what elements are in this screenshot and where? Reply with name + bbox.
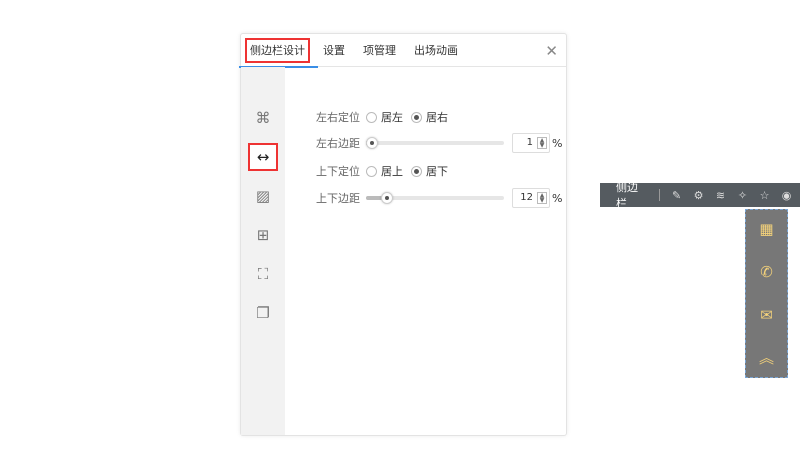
v-position-label: 上下定位 (316, 165, 360, 178)
h-margin-row: 左右边距 1 ▲ ▼ % (316, 133, 566, 153)
phone-icon[interactable]: ✆ (746, 263, 787, 281)
divider (659, 189, 661, 201)
radio-left[interactable]: 居左 (366, 109, 403, 125)
layers-icon[interactable]: ≋ (712, 189, 729, 202)
v-margin-input[interactable]: 12 ▲ ▼ (512, 188, 550, 208)
tab-settings[interactable]: 设置 (314, 34, 354, 67)
design-sidebar: ⌘ ↔ ▨ ⊞ ⛶ ❐ (241, 67, 285, 435)
margin-icon[interactable]: ↔ (248, 143, 278, 171)
spinner[interactable]: ▲ ▼ (537, 192, 547, 204)
layout-icon[interactable]: ⌘ (248, 104, 278, 132)
tab-exit-animation[interactable]: 出场动画 (405, 34, 467, 67)
magic-wand-icon[interactable]: ✧ (734, 189, 751, 202)
shadow-icon[interactable]: ❐ (248, 299, 278, 327)
qrcode-icon[interactable]: ▦ (746, 220, 787, 238)
v-margin-slider[interactable] (366, 192, 504, 204)
radio-right[interactable]: 居右 (411, 109, 448, 125)
h-position-label: 左右定位 (316, 111, 360, 124)
border-icon[interactable]: ⊞ (248, 221, 278, 249)
fullscreen-icon[interactable]: ⛶ (248, 260, 278, 288)
radio-bottom[interactable]: 居下 (411, 163, 448, 179)
radio-top[interactable]: 居上 (366, 163, 403, 179)
h-margin-input[interactable]: 1 ▲ ▼ (512, 133, 550, 153)
tab-item-management[interactable]: 项管理 (354, 34, 405, 67)
close-icon[interactable]: ✕ (545, 42, 558, 60)
tab-sidebar-design[interactable]: 侧边栏设计 (239, 34, 318, 68)
eye-icon[interactable]: ◉ (778, 189, 795, 202)
toolbar-title: 侧边栏 (616, 181, 638, 210)
v-margin-row: 上下边距 12 ▲ ▼ % (316, 188, 566, 208)
h-margin-slider[interactable] (366, 137, 504, 149)
sidebar-design-panel: 侧边栏设计 设置 项管理 出场动画 ✕ ⌘ ↔ ▨ ⊞ ⛶ ❐ 左右定位 居左 … (239, 33, 567, 436)
star-icon[interactable]: ☆ (756, 189, 773, 202)
back-to-top-icon[interactable]: ︽ (746, 347, 787, 368)
edit-icon[interactable]: ✎ (668, 189, 685, 202)
tab-bar: 侧边栏设计 设置 项管理 出场动画 ✕ (239, 34, 566, 68)
sidebar-toolbar: 侧边栏 ✎ ⚙ ≋ ✧ ☆ ◉ (600, 181, 800, 210)
v-position-row: 上下定位 居上 居下 (316, 161, 456, 181)
v-margin-label: 上下边距 (316, 192, 360, 205)
gear-icon[interactable]: ⚙ (690, 189, 707, 202)
h-margin-label: 左右边距 (316, 137, 360, 150)
background-icon[interactable]: ▨ (248, 182, 278, 210)
spinner[interactable]: ▲ ▼ (537, 137, 547, 149)
h-position-row: 左右定位 居左 居右 (316, 107, 456, 127)
mail-icon[interactable]: ✉ (746, 306, 787, 324)
sidebar-widget[interactable]: ▦ ✆ ✉ ︽ (745, 209, 788, 378)
